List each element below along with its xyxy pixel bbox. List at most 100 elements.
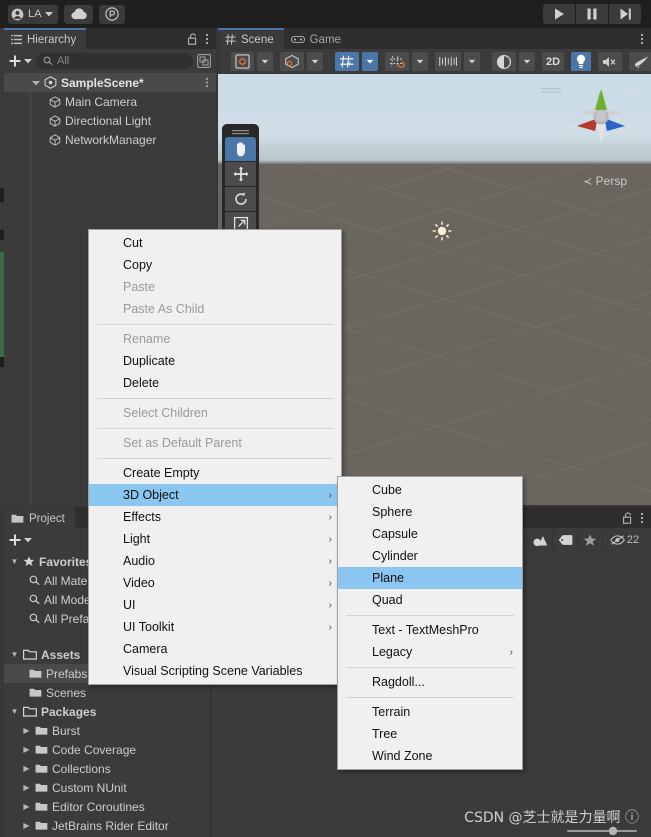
move-tool-button[interactable] <box>225 162 256 186</box>
hierarchy-item-samplescene[interactable]: SampleScene* <box>4 73 216 92</box>
menu-item-video[interactable]: Video › <box>89 572 341 594</box>
step-button[interactable] <box>609 4 641 24</box>
snap-increment-button[interactable] <box>385 52 409 71</box>
grid-size-button[interactable] <box>435 52 461 71</box>
folder-icon <box>35 782 48 793</box>
scene-orientation-gizmo[interactable]: y x z <box>565 80 637 152</box>
play-button[interactable] <box>543 4 575 24</box>
project-item-label: Prefabs <box>46 666 88 681</box>
tab-hierarchy[interactable]: Hierarchy <box>4 28 87 49</box>
chevron-right-icon[interactable]: ▶ <box>22 783 31 792</box>
menu-item-copy[interactable]: Copy <box>89 254 341 276</box>
projection-mode-label[interactable]: ≺ Persp <box>583 174 627 188</box>
project-item-burst[interactable]: ▶ Burst <box>4 721 210 740</box>
toggle-2d-view-button[interactable]: 2D <box>542 52 565 71</box>
submenu-item-cube[interactable]: Cube <box>338 479 522 501</box>
lock-open-icon[interactable] <box>188 32 198 45</box>
scene-visibility-dropdown[interactable] <box>519 52 535 71</box>
kebab-menu-icon[interactable] <box>640 512 644 524</box>
expand-panel-icon[interactable] <box>197 54 211 68</box>
menu-item-ui[interactable]: UI › <box>89 594 341 616</box>
submenu-item-quad[interactable]: Quad <box>338 589 522 611</box>
submenu-item-plane[interactable]: Plane <box>338 567 522 589</box>
tab-game[interactable]: Game <box>283 28 351 49</box>
directional-light-gizmo[interactable] <box>431 220 453 245</box>
submenu-item-cylinder[interactable]: Cylinder <box>338 545 522 567</box>
menu-item-delete[interactable]: Delete <box>89 372 341 394</box>
submenu-item-capsule[interactable]: Capsule <box>338 523 522 545</box>
gizmos-visibility-dropdown[interactable] <box>307 52 323 71</box>
kebab-menu-icon[interactable] <box>205 77 216 88</box>
star-icon[interactable] <box>577 531 602 549</box>
project-item-jetbrains-rider-editor[interactable]: ▶ JetBrains Rider Editor <box>4 816 210 835</box>
rotate-tool-button[interactable] <box>225 187 256 211</box>
project-add-button[interactable] <box>9 534 32 546</box>
grid-axis-dropdown[interactable] <box>362 52 378 71</box>
unity-services-button[interactable] <box>99 4 126 24</box>
snap-increment-dropdown[interactable] <box>412 52 428 71</box>
submenu-item-ragdoll[interactable]: Ragdoll... <box>338 671 522 693</box>
submenu-item-tree[interactable]: Tree <box>338 723 522 745</box>
project-item-collections[interactable]: ▶ Collections <box>4 759 210 778</box>
chevron-right-icon[interactable]: ▶ <box>22 745 31 754</box>
chevron-right-icon[interactable]: ▶ <box>22 764 31 773</box>
project-item-editor-coroutines[interactable]: ▶ Editor Coroutines <box>4 797 210 816</box>
submenu-item-sphere[interactable]: Sphere <box>338 501 522 523</box>
hand-tool-button[interactable] <box>225 137 256 161</box>
menu-item-camera[interactable]: Camera <box>89 638 341 660</box>
submenu-item-wind-zone[interactable]: Wind Zone <box>338 745 522 767</box>
hierarchy-search-input[interactable]: All <box>36 53 193 69</box>
kebab-menu-icon[interactable] <box>205 33 209 45</box>
project-item-packages[interactable]: ▼ Packages <box>4 702 210 721</box>
draw-mode-button[interactable] <box>231 52 254 71</box>
project-item-code-coverage[interactable]: ▶ Code Coverage <box>4 740 210 759</box>
chevron-right-icon[interactable]: ▶ <box>22 726 31 735</box>
menu-item-duplicate[interactable]: Duplicate <box>89 350 341 372</box>
hierarchy-add-button[interactable] <box>9 55 32 67</box>
menu-item-light[interactable]: Light › <box>89 528 341 550</box>
chevron-right-icon[interactable]: ▶ <box>22 821 31 830</box>
lock-open-icon[interactable] <box>623 511 633 524</box>
draw-mode-dropdown[interactable] <box>257 52 273 71</box>
gizmos-visibility-button[interactable] <box>280 52 304 71</box>
type-filter-icon[interactable] <box>527 531 552 549</box>
menu-item-ui-toolkit[interactable]: UI Toolkit › <box>89 616 341 638</box>
menu-item-visual-scripting-scene-variables[interactable]: Visual Scripting Scene Variables <box>89 660 341 682</box>
grid-size-dropdown[interactable] <box>464 52 480 71</box>
chevron-down-icon[interactable] <box>32 80 40 86</box>
account-button[interactable]: LA <box>8 4 59 24</box>
project-item-scenes[interactable]: Scenes <box>4 683 210 702</box>
hierarchy-item-directional-light[interactable]: Directional Light <box>4 111 216 130</box>
hierarchy-item-main-camera[interactable]: Main Camera <box>4 92 216 111</box>
tab-scene[interactable]: Scene <box>218 28 284 49</box>
gameobject-icon <box>49 114 61 127</box>
tab-project[interactable]: Project <box>4 507 75 528</box>
gamepad-icon <box>290 35 305 44</box>
submenu-item-text-textmeshpro[interactable]: Text - TextMeshPro <box>338 619 522 641</box>
toggle-audio-button[interactable] <box>598 52 623 71</box>
menu-item-effects[interactable]: Effects › <box>89 506 341 528</box>
chevron-down-icon[interactable]: ▼ <box>10 707 19 716</box>
chevron-right-icon[interactable]: ▶ <box>22 802 31 811</box>
chevron-down-icon[interactable]: ▼ <box>10 557 19 566</box>
menu-item-create-empty[interactable]: Create Empty <box>89 462 341 484</box>
menu-item-cut[interactable]: Cut <box>89 232 341 254</box>
label-tag-icon[interactable] <box>552 531 577 549</box>
grid-axis-button[interactable]: Y <box>335 52 359 71</box>
menu-item-audio[interactable]: Audio › <box>89 550 341 572</box>
menu-item-3d-object[interactable]: 3D Object › <box>89 484 341 506</box>
hierarchy-item-networkmanager[interactable]: NetworkManager <box>4 130 216 149</box>
hidden-packages-counter[interactable]: 22 <box>602 531 646 549</box>
toggle-fx-button[interactable] <box>629 52 651 71</box>
cloud-button[interactable] <box>64 4 94 24</box>
submenu-item-terrain[interactable]: Terrain <box>338 701 522 723</box>
toggle-scene-lighting-button[interactable] <box>571 52 592 71</box>
project-item-custom-nunit[interactable]: ▶ Custom NUnit <box>4 778 210 797</box>
overlay-grip[interactable] <box>541 84 561 98</box>
submenu-item-legacy[interactable]: Legacy › <box>338 641 522 663</box>
tools-strip-grip[interactable] <box>225 127 256 137</box>
chevron-down-icon[interactable]: ▼ <box>10 650 19 659</box>
kebab-menu-icon[interactable] <box>640 33 644 45</box>
scene-visibility-button[interactable] <box>492 52 516 71</box>
pause-button[interactable] <box>576 4 608 24</box>
